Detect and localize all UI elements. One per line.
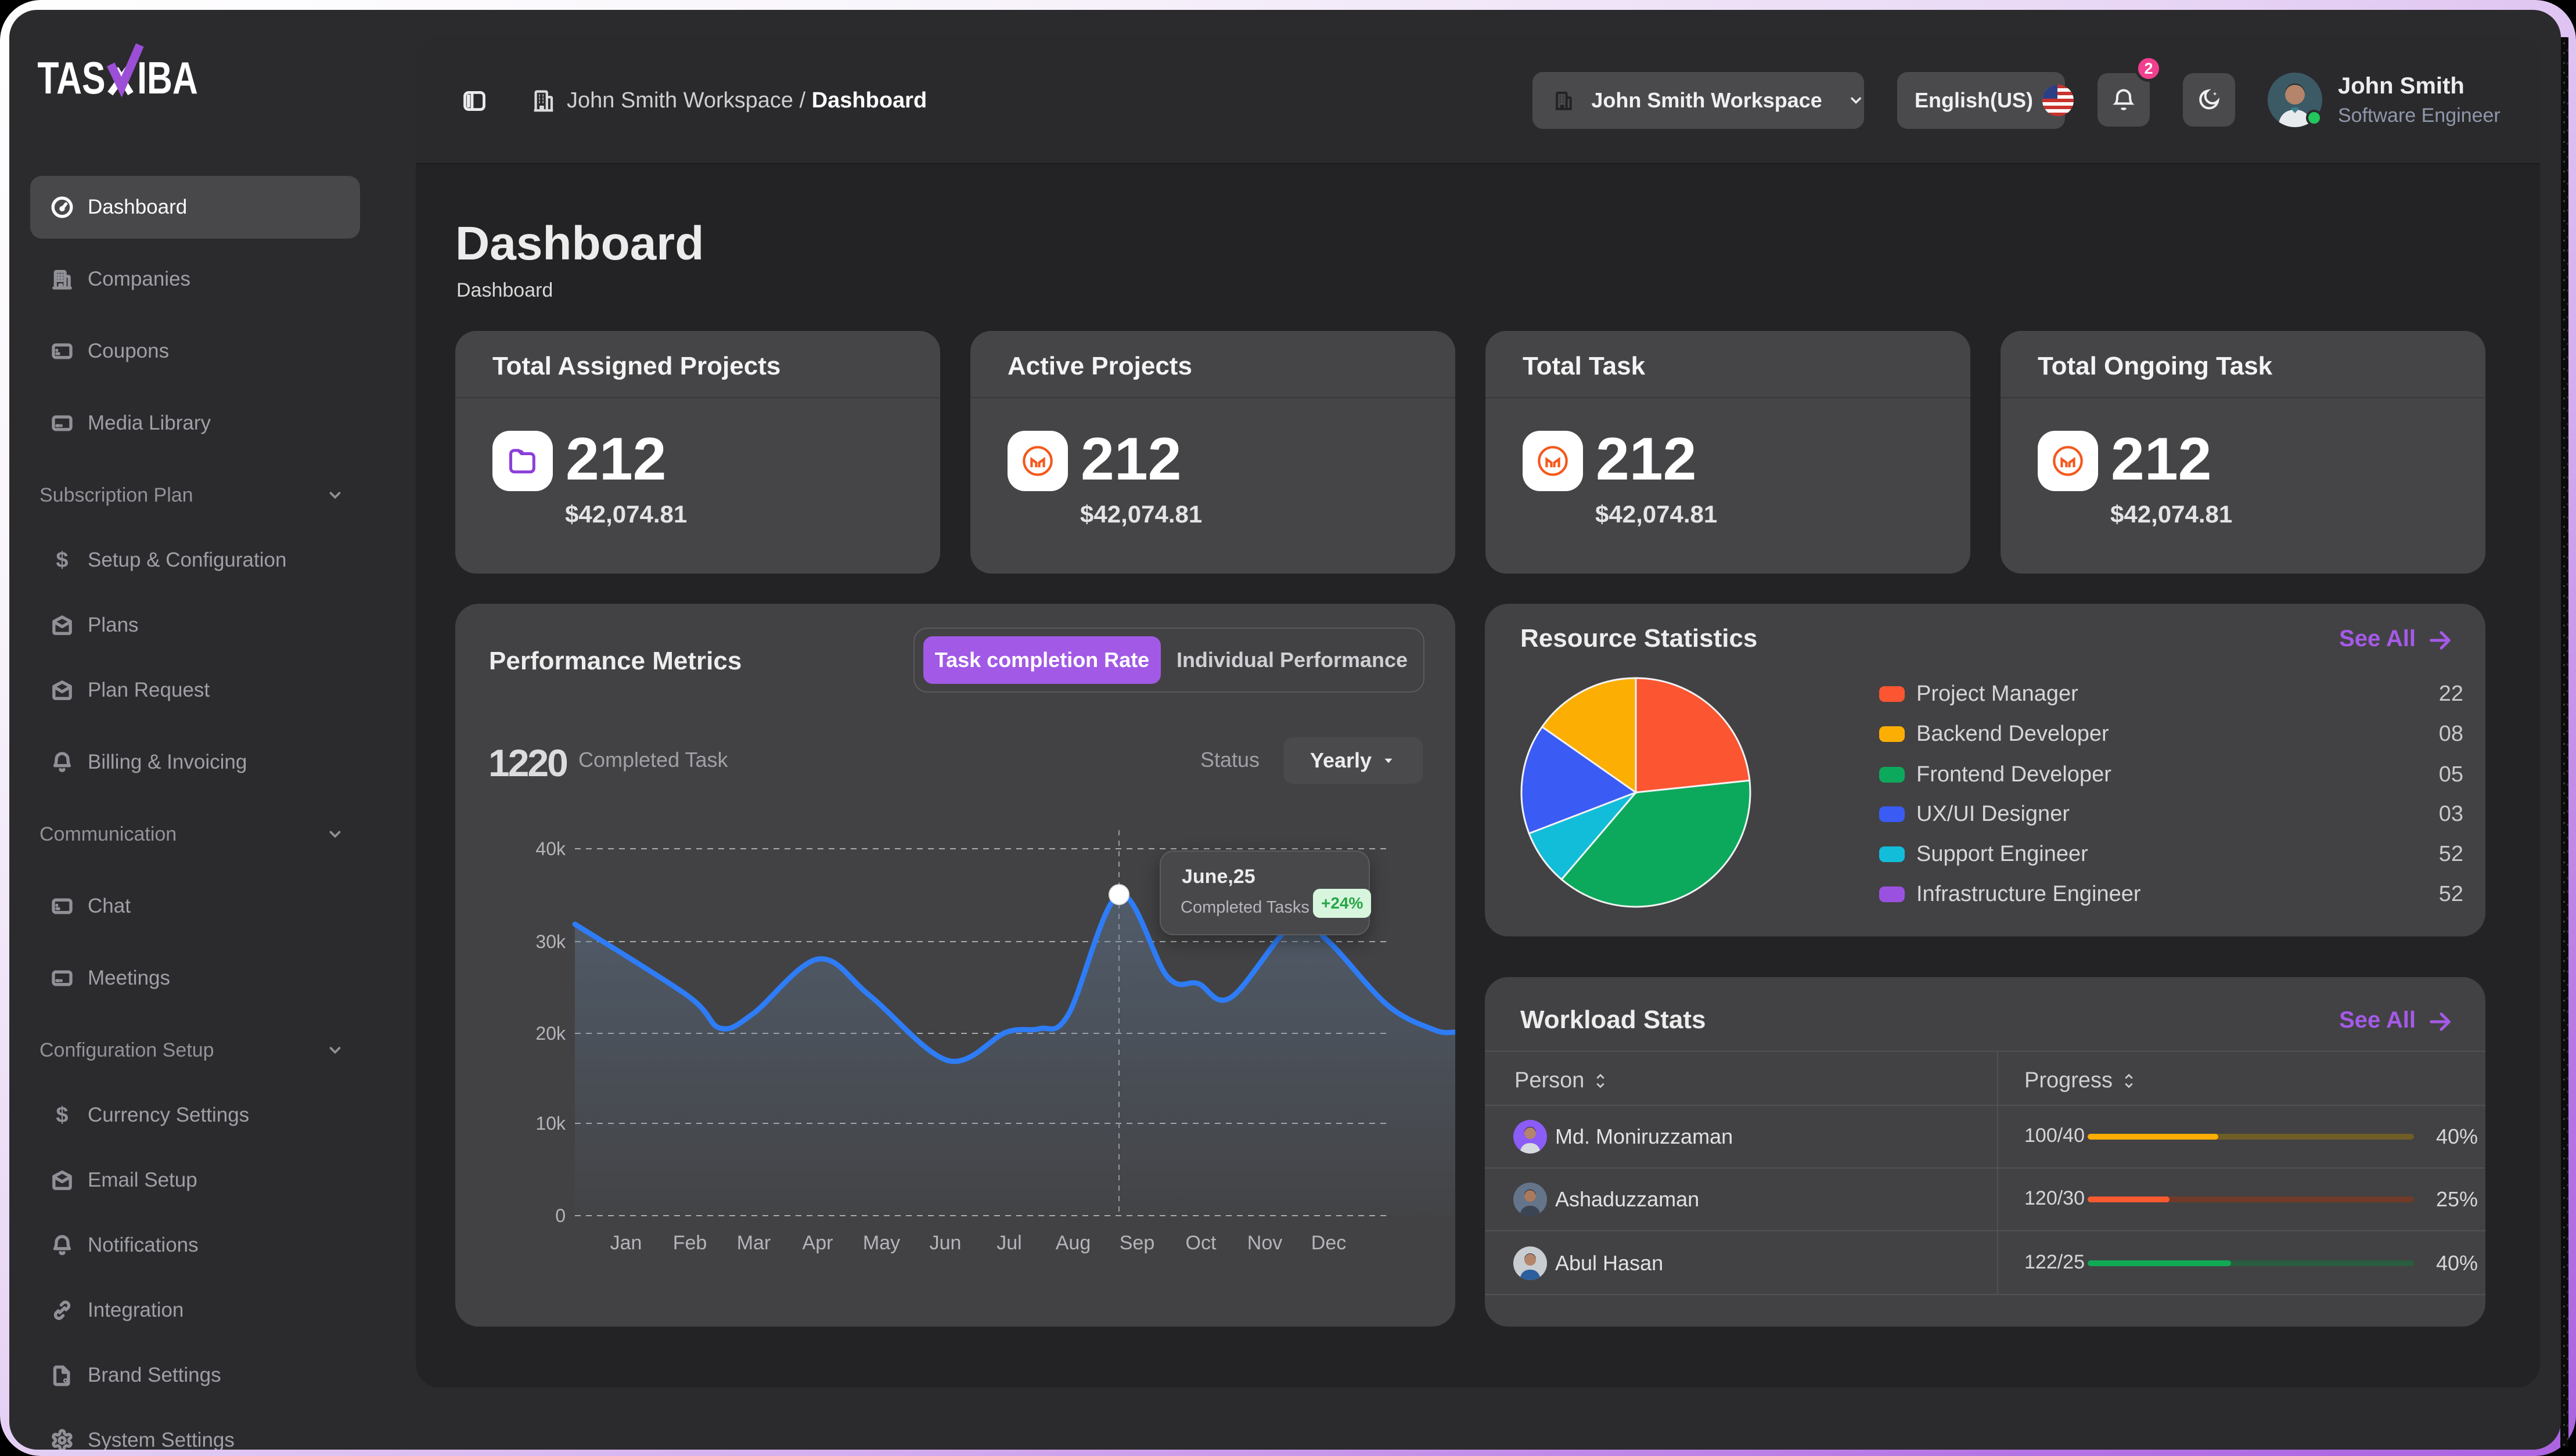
svg-text:IBA: IBA [137, 53, 198, 103]
svg-text:TAS: TAS [37, 53, 105, 103]
